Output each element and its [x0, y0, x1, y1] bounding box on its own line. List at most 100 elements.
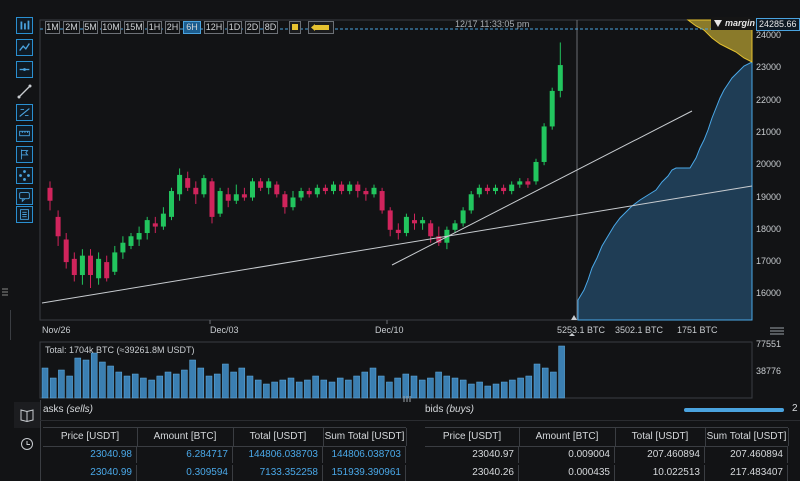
volume-bar — [230, 371, 237, 399]
candle-body — [395, 229, 401, 234]
history-tab[interactable] — [14, 431, 40, 457]
y-tick-label: 24000 — [756, 30, 782, 40]
menu-icon[interactable] — [770, 327, 784, 338]
candle-body — [71, 258, 77, 276]
volume-bar — [509, 379, 516, 399]
bids-row-cell[interactable]: 0.009004 — [519, 447, 615, 463]
volume-bar — [492, 383, 500, 399]
bids-row-cell[interactable]: 0.000435 — [519, 465, 615, 481]
volume-bar — [238, 367, 246, 399]
bids-row-cell[interactable]: 207.460894 — [615, 447, 705, 463]
bids-depth-area — [577, 61, 753, 321]
volume-bar — [468, 383, 475, 399]
asks-row-cell[interactable]: 7133.352258 — [233, 465, 323, 481]
bids-title-text: bids — [425, 404, 444, 415]
timeframe-button-1m[interactable]: 1M — [45, 21, 60, 34]
candle-body — [160, 213, 166, 227]
asks-row-cell[interactable]: 23040.98 — [43, 447, 137, 463]
asks-row-cell[interactable]: 151939.390961 — [323, 465, 406, 481]
volume-bar — [131, 373, 139, 399]
timeframe-button-10m[interactable]: 10M — [101, 21, 121, 34]
y-tick-label: 17000 — [756, 256, 782, 267]
candle-body — [96, 258, 102, 279]
candle-body — [63, 239, 69, 263]
scroll-handle-icon[interactable] — [403, 394, 413, 405]
bids-row-cell[interactable]: 23040.97 — [425, 447, 519, 463]
depth-tick-label: 5253.1 BTC — [557, 325, 606, 335]
volume-bar — [304, 379, 311, 399]
candle-body — [493, 187, 498, 192]
candle-body — [403, 216, 409, 234]
volume-bar — [123, 375, 131, 399]
volume-bar — [107, 365, 114, 399]
timeframe-button-6h[interactable]: 6H — [183, 21, 201, 34]
volume-bar — [271, 381, 278, 399]
depth-tick-label: 1751 BTC — [677, 325, 718, 335]
candle-body — [517, 181, 523, 185]
volume-bar — [443, 375, 451, 399]
candle-body — [331, 184, 336, 192]
candle-body — [282, 194, 288, 208]
depth-slider-fill — [684, 408, 784, 412]
y-tick-label: 21000 — [756, 126, 782, 137]
bids-column-header[interactable]: Price [USDT] — [425, 428, 520, 446]
asks-row-cell[interactable]: 0.309594 — [137, 465, 233, 481]
timeframe-button-2d[interactable]: 2D — [245, 21, 260, 34]
asks-row-cell[interactable]: 144806.038703 — [233, 447, 323, 463]
candle-body — [387, 210, 393, 230]
asks-row-cell[interactable]: 144806.038703 — [323, 447, 406, 463]
volume-bar — [287, 377, 295, 399]
candle-body — [274, 184, 280, 195]
timeframe-button-8d[interactable]: 8D — [263, 21, 278, 34]
asks-column-header[interactable]: Sum Total [USDT] — [323, 428, 407, 446]
price-tag-icon[interactable] — [308, 21, 334, 34]
candle-body — [314, 187, 320, 195]
volume-total-label: Total: 1704k BTC (≈39261.8M USDT) — [45, 345, 195, 355]
volume-bar — [361, 371, 369, 399]
candle-body — [209, 181, 215, 217]
volume-bar — [263, 383, 270, 399]
bids-column-header[interactable]: Total [USDT] — [615, 428, 706, 446]
volume-bar — [336, 377, 344, 399]
volume-bar — [164, 371, 172, 399]
bids-row-cell[interactable]: 23040.26 — [425, 465, 519, 481]
candle-body — [549, 90, 555, 127]
timeframe-button-15m[interactable]: 15M — [124, 21, 144, 34]
timeframe-button-2h[interactable]: 2H — [165, 21, 180, 34]
timeframe-button-2m[interactable]: 2M — [63, 21, 80, 34]
candle-body — [290, 197, 296, 208]
candle-body — [298, 191, 304, 198]
depth-slider[interactable] — [684, 408, 784, 412]
timeframe-button-1d[interactable]: 1D — [227, 21, 242, 34]
volume-bar — [222, 363, 229, 399]
bids-row-cell[interactable]: 207.460894 — [705, 447, 788, 463]
asks-column-header[interactable]: Price [USDT] — [43, 428, 138, 446]
candle-body — [347, 184, 353, 192]
volume-bar — [394, 377, 401, 399]
volume-bar — [197, 367, 205, 399]
color-flag-icon[interactable] — [289, 21, 301, 34]
bids-column-header[interactable]: Sum Total [USDT] — [705, 428, 789, 446]
timeframe-button-1h[interactable]: 1H — [147, 21, 162, 34]
asks-column-header[interactable]: Amount [BTC] — [137, 428, 234, 446]
volume-bar — [328, 381, 336, 399]
timeframe-button-5m[interactable]: 5M — [83, 21, 98, 34]
asks-column-header[interactable]: Total [USDT] — [233, 428, 324, 446]
bids-row-cell[interactable]: 10.022513 — [615, 465, 705, 481]
depth-chart — [577, 19, 753, 321]
asks-row-cell[interactable]: 6.284717 — [137, 447, 233, 463]
volume-bar — [533, 363, 541, 399]
candle-body — [169, 191, 174, 217]
bids-row-cell[interactable]: 217.483407 — [705, 465, 788, 481]
asks-row-cell[interactable]: 23040.99 — [43, 465, 137, 481]
candle-body — [201, 178, 207, 195]
timeframe-button-12h[interactable]: 12H — [204, 21, 224, 34]
candle-body — [225, 194, 231, 201]
candle-body — [484, 187, 490, 192]
order-book-tab[interactable] — [14, 402, 40, 428]
price-chart[interactable] — [0, 0, 800, 400]
bids-column-header[interactable]: Amount [BTC] — [519, 428, 616, 446]
candle-body — [266, 181, 272, 188]
candle-body — [258, 181, 264, 188]
candle-body — [233, 194, 239, 201]
